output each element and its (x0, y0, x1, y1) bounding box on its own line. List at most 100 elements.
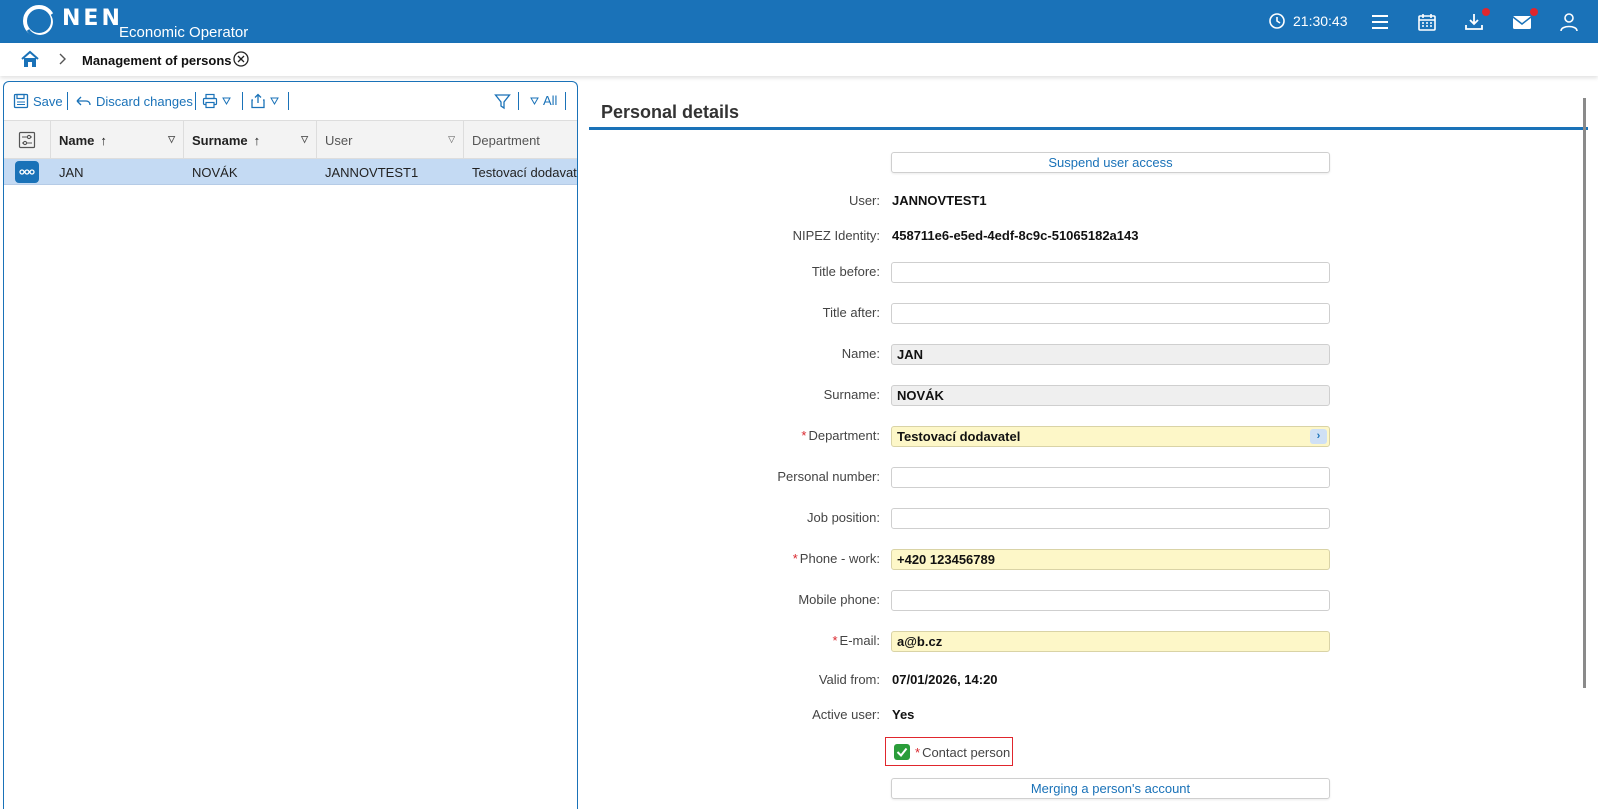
column-filter-icon[interactable]: ▽ (301, 134, 308, 145)
column-header-department[interactable]: Department (464, 121, 577, 159)
breadcrumb: Management of persons (0, 43, 1598, 76)
column-header-label: Name (59, 132, 95, 148)
active-user-label: Active user: (812, 707, 880, 722)
save-button[interactable]: Save (13, 93, 63, 109)
funnel-icon (494, 94, 511, 110)
brand-subtitle: Economic Operator (119, 24, 249, 41)
user-account-icon[interactable] (1558, 11, 1580, 33)
more-options-icon (19, 169, 35, 175)
column-filter-icon[interactable]: ▽ (448, 134, 455, 145)
personal-number-input[interactable] (891, 467, 1330, 488)
mobile-phone-input[interactable] (891, 590, 1330, 611)
panel-title: Personal details (601, 102, 740, 122)
brand-name[interactable]: NEN (62, 6, 123, 31)
export-menu-button[interactable] (250, 93, 279, 109)
required-marker: * (832, 633, 838, 648)
toolbar-divider (288, 92, 289, 110)
save-icon (13, 93, 29, 109)
column-filter-icon[interactable]: ▽ (168, 134, 175, 145)
column-settings-button[interactable] (4, 121, 51, 159)
surname-field: NOVÁK (891, 385, 1330, 406)
column-header-surname[interactable]: Surname ↑ ▽ (184, 121, 317, 159)
toolbar-divider (518, 92, 519, 110)
contact-person-label: * Contact person (915, 745, 1010, 760)
email-label: * E-mail: (590, 633, 880, 648)
dropdown-triangle-icon (270, 97, 279, 105)
email-label-text: E-mail: (839, 633, 880, 648)
row-actions-button[interactable] (15, 161, 39, 183)
contact-person-label-text: Contact person (922, 745, 1011, 760)
nipez-identity-value: 458711e6-e5ed-4edf-8c9c-51065182a143 (892, 228, 1139, 243)
required-marker: * (792, 551, 798, 566)
cell-surname: NOVÁK (192, 165, 238, 180)
department-label-text: Department: (808, 428, 880, 443)
discard-changes-button[interactable]: Discard changes (75, 93, 193, 109)
phone-work-label: * Phone - work: (590, 551, 880, 566)
job-position-input[interactable] (891, 508, 1330, 529)
download-icon[interactable] (1463, 11, 1485, 33)
dropdown-triangle-icon (530, 97, 539, 105)
home-icon[interactable] (20, 50, 40, 68)
required-marker: * (801, 428, 807, 443)
discard-changes-label: Discard changes (96, 93, 193, 109)
contact-person-field: * Contact person (885, 737, 1013, 766)
merge-account-button[interactable]: Merging a person's account (891, 778, 1330, 799)
user-label: User: (848, 193, 880, 208)
grid-header: Name ↑ ▽ Surname ↑ ▽ User ▽ Department (4, 120, 577, 159)
column-header-name[interactable]: Name ↑ ▽ (51, 121, 184, 159)
chevron-right-icon: › (1316, 430, 1321, 442)
printer-icon (202, 93, 218, 109)
surname-label: Surname: (823, 387, 880, 402)
chevron-right-icon (59, 53, 66, 65)
clock-icon (1269, 13, 1285, 29)
valid-from-label: Valid from: (818, 672, 880, 687)
suspend-user-access-button[interactable]: Suspend user access (891, 152, 1330, 173)
department-value: Testovací dodavatel (897, 429, 1021, 444)
phone-work-input[interactable]: +420 123456789 (891, 549, 1330, 570)
mail-notification-badge (1530, 8, 1538, 16)
email-input[interactable]: a@b.cz (891, 631, 1330, 652)
menu-icon[interactable] (1369, 11, 1391, 33)
checkmark-icon (896, 747, 908, 758)
department-picker-button[interactable]: › (1310, 429, 1327, 444)
cell-department: Testovací dodavatel (472, 165, 578, 180)
calendar-icon[interactable] (1416, 11, 1438, 33)
filter-all-label: All (543, 93, 558, 108)
title-after-input[interactable] (891, 303, 1330, 324)
sort-ascending-icon: ↑ (100, 132, 107, 148)
toolbar-divider (565, 92, 566, 110)
export-icon (251, 93, 265, 109)
phone-work-label-text: Phone - work: (799, 551, 880, 566)
persons-list-panel: Save Discard changes All Name ↑ ▽ Surnam… (3, 81, 578, 809)
cell-name: JAN (59, 165, 84, 180)
top-bar: NEN Economic Operator 21:30:43 (0, 0, 1598, 43)
nipez-identity-label: NIPEZ Identity: (792, 228, 880, 243)
department-label: * Department: (590, 428, 880, 443)
title-before-input[interactable] (891, 262, 1330, 283)
contact-person-checkbox[interactable] (894, 744, 910, 760)
nen-logo-icon (23, 5, 56, 38)
breadcrumb-current: Management of persons (82, 53, 232, 68)
title-after-label: Title after: (822, 305, 880, 320)
print-menu-button[interactable] (202, 93, 231, 109)
department-field[interactable]: Testovací dodavatel › (891, 426, 1330, 447)
name-label: Name: (841, 346, 880, 361)
undo-icon (76, 96, 91, 106)
name-field: JAN (891, 344, 1330, 365)
personal-number-label: Personal number: (777, 469, 880, 484)
mail-icon[interactable] (1511, 11, 1533, 33)
mobile-phone-label: Mobile phone: (798, 592, 880, 607)
close-tab-icon[interactable] (233, 51, 249, 67)
filter-all-dropdown[interactable]: All (530, 93, 557, 108)
user-value: JANNOVTEST1 (892, 193, 987, 208)
dropdown-triangle-icon (222, 97, 231, 105)
job-position-label: Job position: (807, 510, 880, 525)
table-row[interactable]: JAN NOVÁK JANNOVTEST1 Testovací dodavate… (4, 159, 578, 185)
filter-button[interactable] (494, 93, 511, 110)
toolbar-divider (67, 92, 68, 110)
column-header-label: Department (472, 132, 540, 148)
vertical-scrollbar[interactable] (1583, 98, 1586, 688)
column-header-user[interactable]: User ▽ (317, 121, 464, 159)
session-time: 21:30:43 (1293, 13, 1348, 29)
title-before-label: Title before: (811, 264, 880, 279)
